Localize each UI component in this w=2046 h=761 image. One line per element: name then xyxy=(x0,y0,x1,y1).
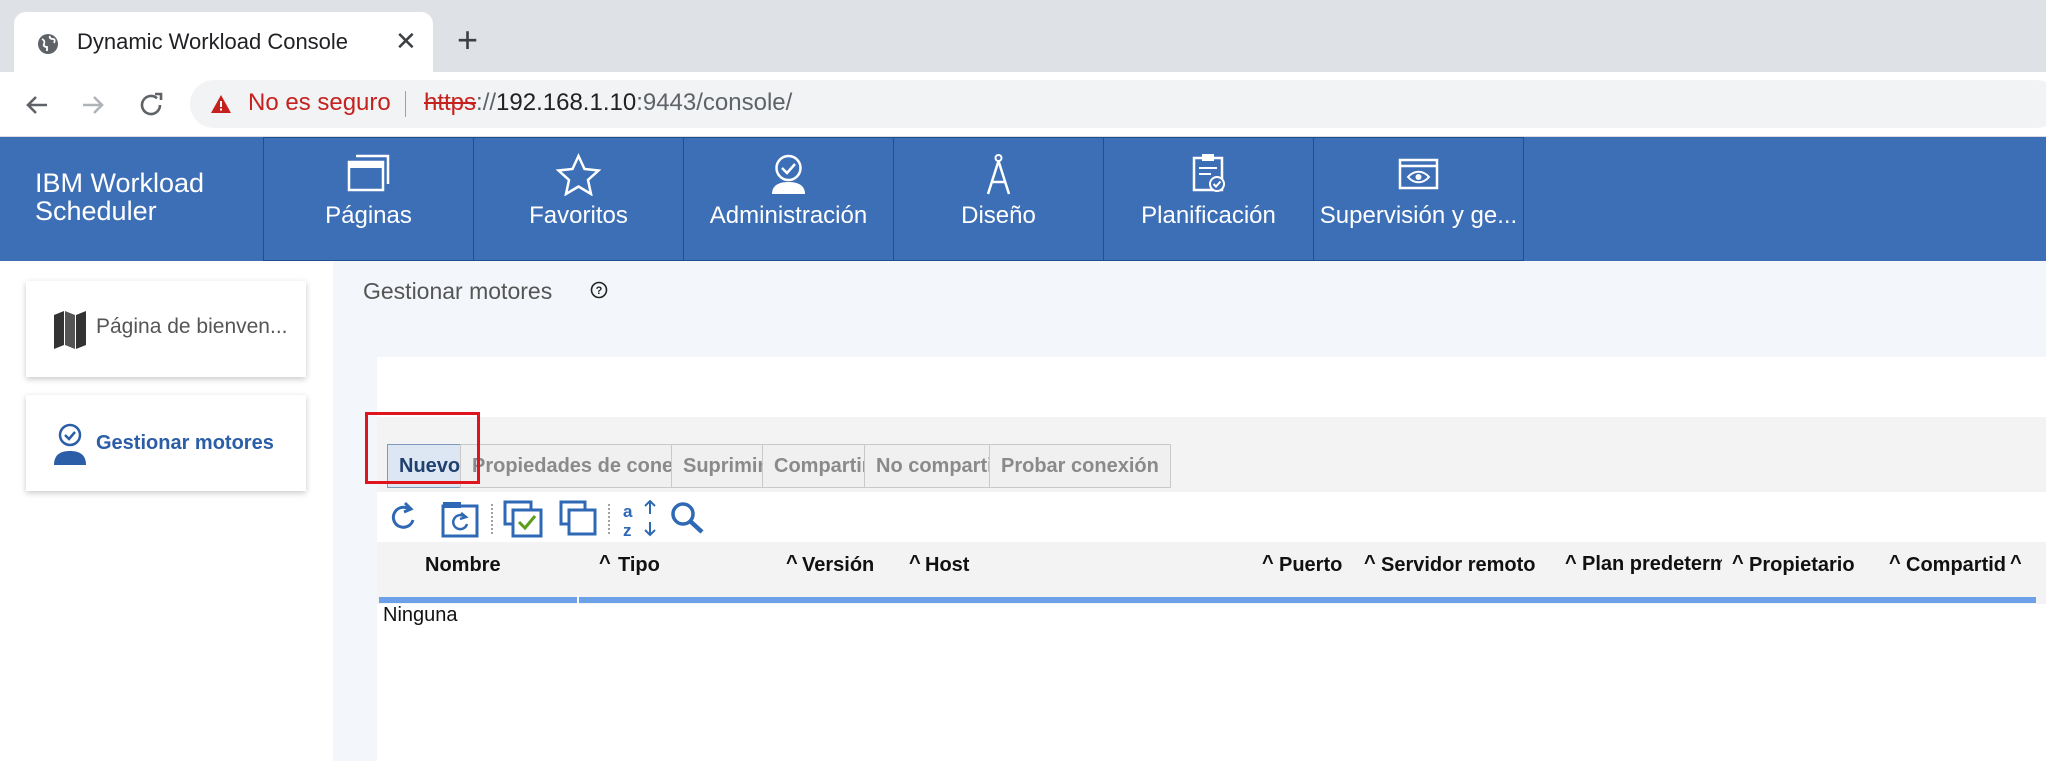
back-icon[interactable] xyxy=(22,90,52,120)
page-title: Gestionar motores xyxy=(363,278,553,304)
url-text[interactable]: https://192.168.1.10:9443/console/ xyxy=(424,89,792,117)
svg-text:a: a xyxy=(623,502,633,521)
header-underline xyxy=(379,597,2036,603)
empty-table-message: Ninguna xyxy=(383,604,458,626)
svg-text:z: z xyxy=(623,521,632,538)
nav-label: Favoritos xyxy=(529,202,628,229)
warning-icon xyxy=(211,95,231,113)
close-icon[interactable]: ✕ xyxy=(395,26,417,57)
monitor-icon xyxy=(1398,158,1439,190)
column-header-propietario[interactable]: Propietario xyxy=(1749,554,1855,577)
sort-caret-icon[interactable]: ^ xyxy=(1364,552,1376,575)
search-icon[interactable] xyxy=(669,500,707,536)
browser-tabbar: Dynamic Workload Console ✕ + xyxy=(0,0,2046,72)
omnibox-separator xyxy=(405,91,406,117)
left-panel: Página de bienven... Gestionar motores xyxy=(0,261,333,761)
table-toolbar: az xyxy=(377,492,2046,542)
url-scheme: https xyxy=(424,89,477,116)
refresh-icon[interactable] xyxy=(387,500,421,536)
table-body xyxy=(377,604,2046,761)
sort-caret-icon[interactable]: ^ xyxy=(909,552,921,575)
url-path: :9443/console/ xyxy=(636,89,793,116)
reload-icon[interactable] xyxy=(136,90,166,120)
column-header-tipo[interactable]: Tipo xyxy=(618,554,660,577)
column-header-servidor-remoto[interactable]: Servidor remoto xyxy=(1381,554,1535,577)
main-content: Gestionar motores ? Nuevo Propiedades de… xyxy=(333,261,2046,761)
nav-administracion[interactable]: Administración xyxy=(683,137,894,261)
sort-caret-icon[interactable]: ^ xyxy=(1732,552,1744,575)
url-host: 192.168.1.10 xyxy=(496,89,637,116)
column-header-puerto[interactable]: Puerto xyxy=(1279,554,1342,577)
sidebar-item-gestionar-motores[interactable]: Gestionar motores xyxy=(26,395,306,491)
globe-icon xyxy=(38,34,58,54)
nav-label: Diseño xyxy=(961,202,1036,229)
column-header-version[interactable]: Versión xyxy=(802,554,874,577)
app-header: IBM Workload Scheduler Páginas Favoritos… xyxy=(0,137,2046,261)
nav-label: Administración xyxy=(709,202,868,229)
browser-tab[interactable]: Dynamic Workload Console ✕ xyxy=(14,12,433,72)
sort-caret-icon[interactable]: ^ xyxy=(1262,552,1274,575)
sidebar-item-bienvenida[interactable]: Página de bienven... xyxy=(26,281,306,377)
sort-icon[interactable]: az xyxy=(621,500,657,538)
sort-caret-icon[interactable]: ^ xyxy=(599,552,611,575)
nav-favoritos[interactable]: Favoritos xyxy=(473,137,684,261)
brand-title: IBM Workload Scheduler xyxy=(35,169,204,225)
column-header-plan-predeterminado[interactable]: Plan predeterminado xyxy=(1582,552,1722,577)
admin-icon xyxy=(772,154,805,194)
nav-supervision[interactable]: Supervisión y ge... xyxy=(1313,137,1524,261)
table-header: Nombre ^ Tipo ^ Versión ^ Host ^ Puerto … xyxy=(377,542,2046,604)
deselect-all-icon[interactable] xyxy=(559,500,597,536)
brand-line-1: IBM Workload xyxy=(35,168,205,198)
brand-line-2: Scheduler xyxy=(35,196,157,226)
sort-caret-icon[interactable]: ^ xyxy=(2010,552,2022,575)
sort-caret-icon[interactable]: ^ xyxy=(1889,552,1901,575)
filter-area xyxy=(377,357,2046,417)
select-all-icon[interactable] xyxy=(503,500,543,538)
tab-title: Dynamic Workload Console xyxy=(77,29,349,54)
address-bar[interactable]: No es seguro https://192.168.1.10:9443/c… xyxy=(190,80,2046,128)
pages-icon xyxy=(347,154,390,192)
nav-paginas[interactable]: Páginas xyxy=(263,137,474,261)
forward-icon[interactable] xyxy=(78,90,108,120)
svg-text:?: ? xyxy=(596,285,603,297)
toolbar-divider xyxy=(491,504,493,534)
nav-label: Planificación xyxy=(1141,202,1276,229)
column-header-nombre[interactable]: Nombre xyxy=(425,554,501,577)
probar-conexion-button[interactable]: Probar conexión xyxy=(989,444,1171,488)
nav-diseno[interactable]: Diseño xyxy=(893,137,1104,261)
column-header-compartido[interactable]: Compartid xyxy=(1906,554,2006,577)
url-separator: :// xyxy=(476,89,497,116)
refresh-frame-icon[interactable] xyxy=(441,500,481,538)
action-bar: Nuevo Propiedades de conexión Suprimir C… xyxy=(377,417,2046,492)
highlight-box xyxy=(365,412,480,484)
insecure-label[interactable]: No es seguro xyxy=(248,89,391,117)
sort-caret-icon[interactable]: ^ xyxy=(786,552,798,575)
engine-user-icon xyxy=(54,423,86,465)
clipboard-icon xyxy=(1192,154,1225,192)
compass-icon xyxy=(986,154,1011,195)
plus-icon[interactable]: + xyxy=(457,22,478,58)
column-header-host[interactable]: Host xyxy=(925,554,969,577)
sidebar-item-label: Página de bienven... xyxy=(96,315,288,338)
nav-planificacion[interactable]: Planificación xyxy=(1103,137,1314,261)
toolbar-divider xyxy=(608,504,610,534)
sidebar-item-label: Gestionar motores xyxy=(96,432,274,454)
star-icon xyxy=(555,153,602,196)
browser-toolbar: No es seguro https://192.168.1.10:9443/c… xyxy=(0,72,2046,137)
nav-label: Supervisión y ge... xyxy=(1319,202,1518,229)
sort-caret-icon[interactable]: ^ xyxy=(1565,552,1577,575)
map-icon xyxy=(54,311,86,349)
nav-label: Páginas xyxy=(325,202,412,229)
help-icon[interactable]: ? xyxy=(590,281,608,299)
